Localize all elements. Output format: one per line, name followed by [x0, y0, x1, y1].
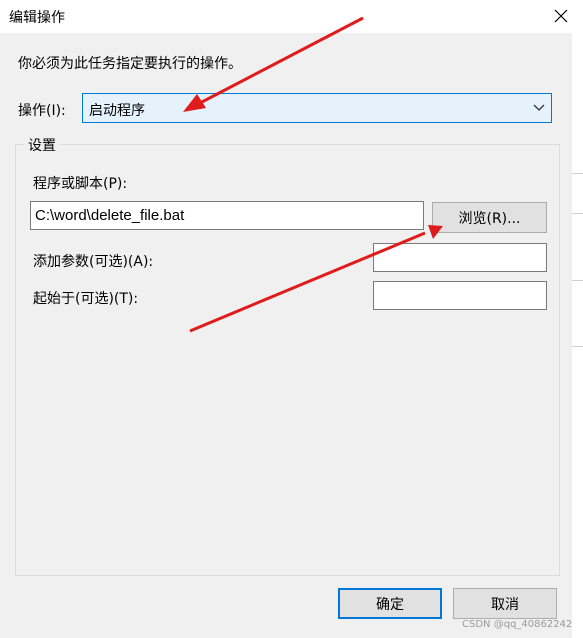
window-title: 编辑操作 [9, 10, 65, 26]
program-input[interactable] [30, 201, 424, 230]
action-dropdown-value: 启动程序 [89, 103, 145, 119]
arguments-input[interactable] [373, 243, 547, 272]
background-window-edge [572, 33, 583, 638]
program-label: 程序或脚本(P): [33, 176, 128, 192]
close-button[interactable] [546, 2, 576, 30]
watermark: CSDN @qq_40862242 [462, 619, 573, 630]
instruction-text: 你必须为此任务指定要执行的操作。 [18, 56, 242, 72]
action-dropdown[interactable]: 启动程序 [82, 93, 552, 123]
settings-legend: 设置 [24, 135, 60, 155]
arguments-label: 添加参数(可选)(A): [33, 254, 154, 270]
action-label: 操作(I): [18, 103, 66, 119]
browse-button[interactable]: 浏览(R)... [432, 202, 547, 233]
close-icon [554, 9, 568, 23]
ok-button[interactable]: 确定 [338, 588, 442, 619]
chevron-down-icon [533, 104, 545, 111]
start-in-input[interactable] [373, 281, 547, 310]
title-bar: 编辑操作 [0, 0, 583, 33]
start-in-label: 起始于(可选)(T): [33, 291, 139, 307]
cancel-button[interactable]: 取消 [453, 588, 557, 619]
